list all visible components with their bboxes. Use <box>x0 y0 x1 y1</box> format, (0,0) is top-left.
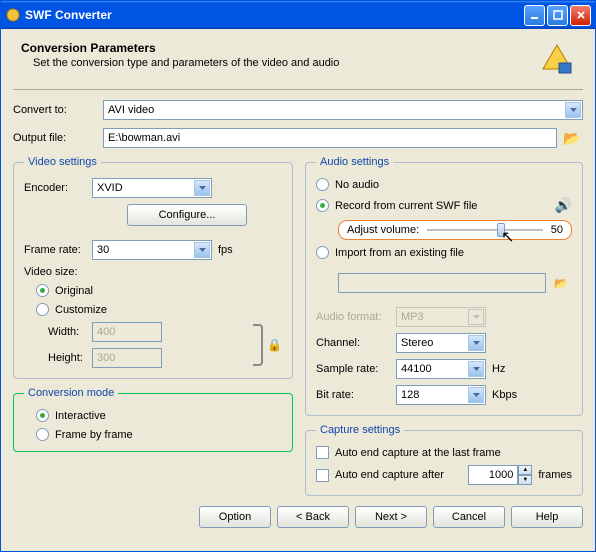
sample-rate-label: Sample rate: <box>316 363 396 375</box>
import-radio[interactable] <box>316 246 329 259</box>
wizard-icon <box>539 41 575 77</box>
convert-to-label: Convert to: <box>13 104 103 116</box>
original-radio[interactable] <box>36 284 49 297</box>
header-subtitle: Set the conversion type and parameters o… <box>33 57 529 69</box>
video-settings-legend: Video settings <box>24 156 101 168</box>
autoend-after-label: Auto end capture after <box>335 469 444 481</box>
help-button[interactable]: Help <box>511 506 583 528</box>
back-button[interactable]: < Back <box>277 506 349 528</box>
channel-value: Stereo <box>401 337 433 349</box>
framerate-select[interactable]: 30 <box>92 240 212 260</box>
option-button[interactable]: Option <box>199 506 271 528</box>
fps-unit: fps <box>218 244 233 256</box>
dropdown-arrow-icon <box>194 242 210 258</box>
audio-settings-legend: Audio settings <box>316 156 393 168</box>
sample-rate-value: 44100 <box>401 363 432 375</box>
import-file-input <box>338 273 546 293</box>
output-file-label: Output file: <box>13 132 103 144</box>
capture-settings-legend: Capture settings <box>316 424 404 436</box>
framerate-label: Frame rate: <box>24 244 92 256</box>
dropdown-arrow-icon <box>194 180 210 196</box>
minimize-button[interactable] <box>524 5 545 26</box>
dropdown-arrow-icon <box>468 335 484 351</box>
no-audio-label: No audio <box>335 179 379 191</box>
conversion-mode-legend: Conversion mode <box>24 387 118 399</box>
audio-settings-group: Audio settings No audio Record from curr… <box>305 156 583 416</box>
autoend-last-label: Auto end capture at the last frame <box>335 447 501 459</box>
speaker-icon[interactable]: 🔊 <box>555 197 572 214</box>
convert-to-value: AVI video <box>108 104 154 116</box>
app-icon <box>5 7 21 23</box>
close-button[interactable] <box>570 5 591 26</box>
autoend-last-checkbox[interactable] <box>316 446 329 459</box>
audio-format-label: Audio format: <box>316 311 396 323</box>
interactive-label: Interactive <box>55 410 106 422</box>
sample-rate-select[interactable]: 44100 <box>396 359 486 379</box>
browse-output-button[interactable]: 📂 <box>561 128 583 148</box>
original-label: Original <box>55 285 93 297</box>
spin-down-button[interactable]: ▼ <box>518 475 532 485</box>
convert-to-select[interactable]: AVI video <box>103 100 583 120</box>
dropdown-arrow-icon <box>468 309 484 325</box>
bitrate-value: 128 <box>401 389 419 401</box>
window: SWF Converter Conversion Parameters Set … <box>0 0 596 552</box>
autoend-after-checkbox[interactable] <box>316 469 329 482</box>
video-size-label: Video size: <box>24 266 92 278</box>
header-title: Conversion Parameters <box>21 41 529 55</box>
hz-unit: Hz <box>492 363 505 375</box>
encoder-value: XVID <box>97 182 123 194</box>
height-input: 300 <box>92 348 162 368</box>
output-file-input[interactable]: E:\bowman.avi <box>103 128 557 148</box>
audio-format-value: MP3 <box>401 311 424 323</box>
ratio-bracket <box>253 324 263 366</box>
framebyframe-label: Frame by frame <box>55 429 133 441</box>
framerate-value: 30 <box>97 244 109 256</box>
video-settings-group: Video settings Encoder: XVID Configure..… <box>13 156 293 379</box>
cancel-button[interactable]: Cancel <box>433 506 505 528</box>
import-label: Import from an existing file <box>335 247 464 259</box>
record-radio[interactable] <box>316 199 329 212</box>
interactive-radio[interactable] <box>36 409 49 422</box>
conversion-mode-group: Conversion mode Interactive Frame by fra… <box>13 387 293 452</box>
volume-slider[interactable]: ↖ <box>427 229 543 231</box>
width-label: Width: <box>48 326 92 338</box>
maximize-button[interactable] <box>547 5 568 26</box>
no-audio-radio[interactable] <box>316 178 329 191</box>
bitrate-select[interactable]: 128 <box>396 385 486 405</box>
dropdown-arrow-icon <box>468 387 484 403</box>
next-button[interactable]: Next > <box>355 506 427 528</box>
folder-icon: 📂 <box>563 130 580 147</box>
encoder-select[interactable]: XVID <box>92 178 212 198</box>
adjust-volume-value: 50 <box>551 224 563 236</box>
titlebar[interactable]: SWF Converter <box>1 1 595 29</box>
frames-input[interactable]: 1000 <box>468 465 518 485</box>
encoder-label: Encoder: <box>24 182 92 194</box>
dropdown-arrow-icon <box>468 361 484 377</box>
slider-thumb[interactable] <box>497 223 505 237</box>
capture-settings-group: Capture settings Auto end capture at the… <box>305 424 583 496</box>
framebyframe-radio[interactable] <box>36 428 49 441</box>
wizard-header: Conversion Parameters Set the conversion… <box>13 37 583 85</box>
spin-up-button[interactable]: ▲ <box>518 465 532 475</box>
audio-format-select: MP3 <box>396 307 486 327</box>
height-label: Height: <box>48 352 92 364</box>
customize-label: Customize <box>55 304 107 316</box>
adjust-volume-row: Adjust volume: ↖ 50 <box>338 220 572 240</box>
titlebar-text: SWF Converter <box>25 8 524 22</box>
channel-select[interactable]: Stereo <box>396 333 486 353</box>
frames-unit: frames <box>538 469 572 481</box>
customize-radio[interactable] <box>36 303 49 316</box>
dropdown-arrow-icon <box>565 102 581 118</box>
channel-label: Channel: <box>316 337 396 349</box>
configure-button[interactable]: Configure... <box>127 204 247 226</box>
lock-icon[interactable]: 🔒 <box>267 338 282 352</box>
bitrate-label: Bit rate: <box>316 389 396 401</box>
record-label: Record from current SWF file <box>335 200 477 212</box>
kbps-unit: Kbps <box>492 389 517 401</box>
width-input: 400 <box>92 322 162 342</box>
folder-icon: 📂 <box>554 277 568 290</box>
browse-import-button: 📂 <box>550 273 572 293</box>
adjust-volume-label: Adjust volume: <box>347 224 419 236</box>
